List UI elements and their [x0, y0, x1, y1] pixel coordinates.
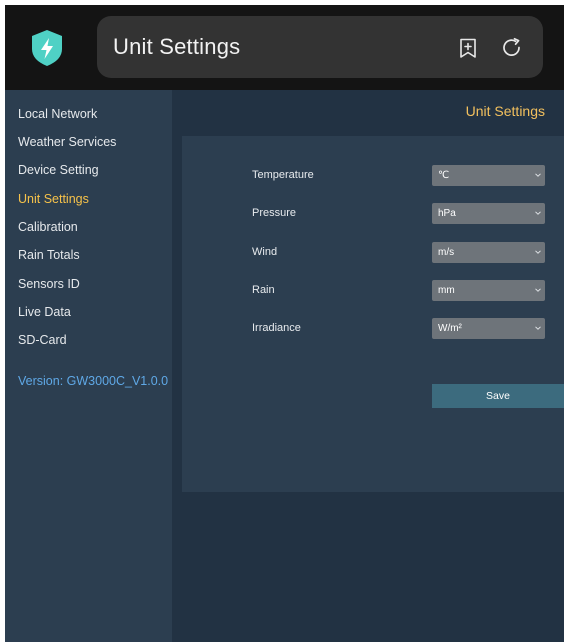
pressure-unit-value: hPa	[438, 208, 456, 219]
rain-unit-value: mm	[438, 285, 455, 296]
refresh-icon[interactable]	[501, 37, 523, 59]
main-content: Unit Settings Temperature ℃ Pressure hPa…	[172, 90, 564, 642]
temperature-label: Temperature	[252, 169, 314, 181]
sidebar-item-sd-card[interactable]: SD-Card	[18, 332, 67, 348]
chevron-down-icon	[535, 288, 541, 292]
irradiance-unit-select[interactable]: W/m²	[432, 318, 545, 339]
window-title: Unit Settings	[113, 34, 241, 59]
rain-unit-select[interactable]: mm	[432, 280, 545, 301]
pressure-unit-select[interactable]: hPa	[432, 203, 545, 224]
irradiance-label: Irradiance	[252, 322, 301, 334]
lightning-shield-icon[interactable]	[30, 29, 64, 67]
chevron-down-icon	[535, 326, 541, 330]
temperature-unit-value: ℃	[438, 170, 450, 181]
wind-unit-select[interactable]: m/s	[432, 242, 545, 263]
sidebar-item-sensors-id[interactable]: Sensors ID	[18, 276, 80, 292]
app-header: Unit Settings	[5, 5, 564, 90]
bookmark-plus-icon[interactable]	[457, 37, 479, 59]
temperature-unit-select[interactable]: ℃	[432, 165, 545, 186]
version-label: Version: GW3000C_V1.0.0	[18, 374, 169, 388]
title-bar: Unit Settings	[97, 16, 543, 78]
sidebar-item-local-network[interactable]: Local Network	[18, 106, 97, 122]
sidebar-item-device-setting[interactable]: Device Setting	[18, 162, 99, 178]
page-title: Unit Settings	[465, 103, 545, 119]
sidebar-item-weather-services[interactable]: Weather Services	[18, 134, 116, 150]
sidebar-item-calibration[interactable]: Calibration	[18, 219, 78, 235]
irradiance-unit-value: W/m²	[438, 323, 462, 334]
chevron-down-icon	[535, 211, 541, 215]
sidebar: Local Network Weather Services Device Se…	[5, 90, 172, 642]
rain-label: Rain	[252, 284, 275, 296]
sidebar-item-rain-totals[interactable]: Rain Totals	[18, 247, 80, 263]
unit-settings-panel: Temperature ℃ Pressure hPa Wind m/s Rain…	[182, 136, 564, 492]
wind-unit-value: m/s	[438, 247, 455, 258]
chevron-down-icon	[535, 173, 541, 177]
sidebar-item-unit-settings[interactable]: Unit Settings	[18, 191, 89, 207]
wind-label: Wind	[252, 246, 278, 258]
pressure-label: Pressure	[252, 207, 297, 219]
chevron-down-icon	[535, 250, 541, 254]
sidebar-item-live-data[interactable]: Live Data	[18, 304, 71, 320]
save-button[interactable]: Save	[432, 384, 564, 408]
